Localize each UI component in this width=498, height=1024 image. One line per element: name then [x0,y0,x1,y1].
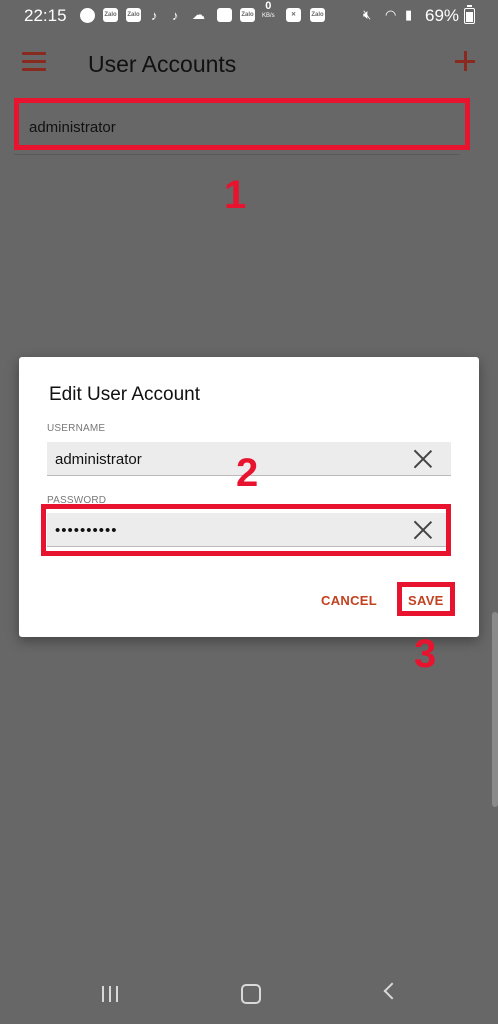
add-icon[interactable] [454,50,476,72]
battery-percent: 69% [425,6,460,25]
wifi-icon: ◠ [385,7,397,22]
zalo-icon: Zalo [310,7,325,23]
list-divider [14,154,460,155]
battery-icon [464,5,475,24]
zalo-icon: Zalo [126,7,141,23]
scrollbar[interactable] [492,612,498,807]
menu-icon[interactable] [22,52,46,72]
back-icon[interactable] [383,982,401,1000]
mute-icon: 🔇︎ [363,7,372,22]
page-title: User Accounts [88,51,237,77]
home-icon[interactable] [241,984,261,1004]
status-time: 22:15 [24,6,67,25]
recent-apps-icon[interactable] [102,986,122,1002]
annotation-step-2: 2 [236,451,259,495]
network-speed-icon: 0 KB/s [262,0,275,20]
tiktok-icon: ♪ [151,7,158,23]
signal-icon: ▮ [405,7,413,22]
close-box-icon: ✕ [286,7,301,23]
dialog-title: Edit User Account [49,384,201,405]
app-bar: User Accounts [0,30,498,96]
net-speed-value: 0 [265,0,272,12]
annotation-step-3: 3 [414,632,437,676]
username-value[interactable]: administrator [55,451,142,468]
net-speed-unit: KB/s [262,13,275,19]
username-label: USERNAME [47,423,106,434]
save-highlight [397,582,455,616]
annotation-step-1: 1 [224,173,247,217]
tiktok-icon: ♪ [172,7,179,23]
list-item-account[interactable]: administrator [14,98,470,150]
zalo-icon: Zalo [103,7,118,23]
cloud-icon: ☁ [192,7,205,22]
status-bar: 22:15 Zalo Zalo ♪ ♪ ☁ Zalo 0 KB/s ✕ Zalo… [0,0,498,30]
password-highlight [41,504,451,556]
image-icon [217,7,232,23]
cancel-button[interactable]: CANCEL [321,593,377,608]
zalo-icon: Zalo [240,7,255,23]
edit-user-dialog: Edit User Account USERNAME administrator… [19,357,479,637]
navigation-bar [0,960,498,1024]
clear-username-icon[interactable] [414,450,432,468]
account-name: administrator [29,119,116,136]
messenger-icon [80,7,95,23]
